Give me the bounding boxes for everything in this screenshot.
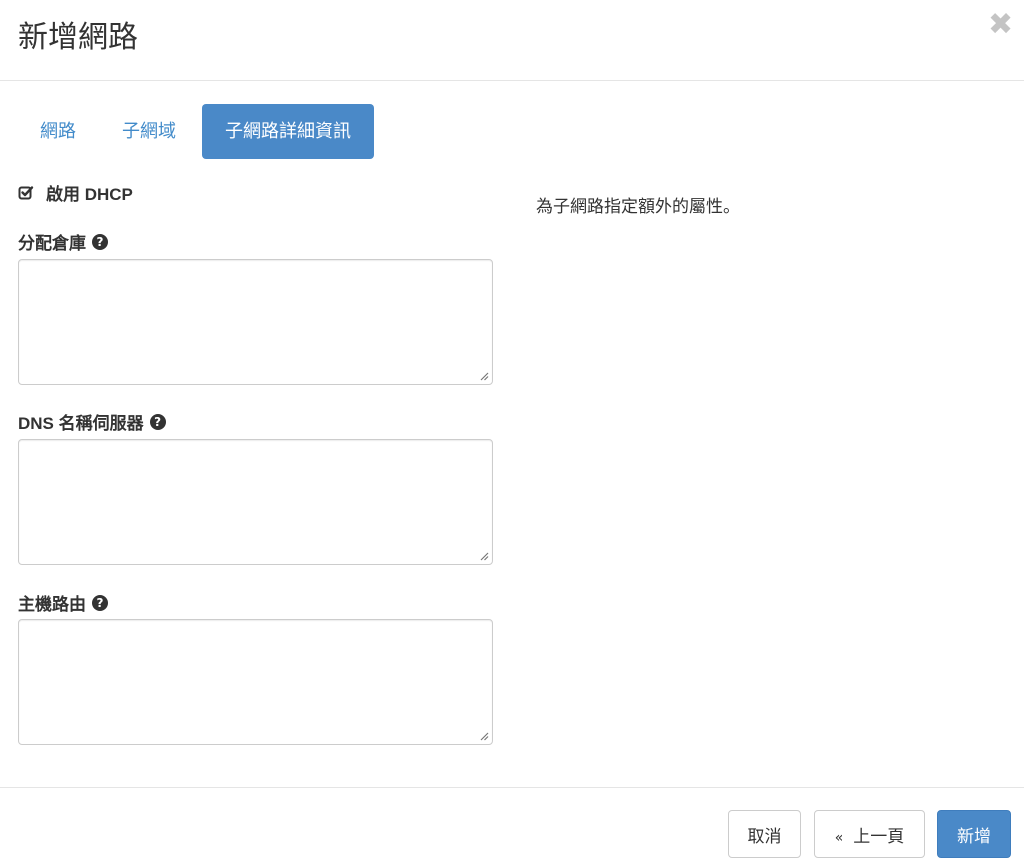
host-routes-label-text: 主機路由 [18, 595, 86, 614]
modal-footer: 取消 « 上一頁 新增 [0, 787, 1024, 867]
subnet-details-description: 為子網路指定額外的屬性。 [536, 197, 740, 216]
resize-handle-icon[interactable] [479, 731, 489, 741]
help-icon[interactable]: ? [92, 594, 108, 611]
tab-network[interactable]: 網路 [18, 104, 100, 159]
allocation-pools-label: 分配倉庫 ? [18, 229, 108, 254]
host-routes-field-box [18, 619, 493, 745]
modal-header: 新增網路 ✖ [0, 0, 1024, 81]
host-routes-label: 主機路由 ? [18, 590, 108, 615]
allocation-pools-field-box [18, 259, 493, 385]
resize-handle-icon[interactable] [479, 371, 489, 381]
create-network-modal: 新增網路 ✖ 網路 子網域 子網路詳細資訊 啟用 DHCP 分配倉庫 ? DNS… [0, 0, 1024, 867]
enable-dhcp-label: 啟用 DHCP [46, 185, 133, 204]
modal-title: 新增網路 [18, 21, 138, 54]
dns-nameservers-label: DNS 名稱伺服器 ? [18, 409, 166, 434]
allocation-pools-label-text: 分配倉庫 [18, 234, 86, 253]
dns-nameservers-textarea[interactable] [19, 440, 492, 564]
cancel-button[interactable]: 取消 [728, 810, 801, 858]
enable-dhcp-checkbox[interactable]: 啟用 DHCP [18, 180, 133, 205]
dns-nameservers-field-box [18, 439, 493, 565]
resize-handle-icon[interactable] [479, 551, 489, 561]
wizard-tabs: 網路 子網域 子網路詳細資訊 [18, 104, 374, 159]
checked-checkbox-icon[interactable] [18, 185, 34, 201]
tab-subnet-details[interactable]: 子網路詳細資訊 [202, 104, 374, 159]
host-routes-textarea[interactable] [19, 620, 492, 744]
help-icon[interactable]: ? [149, 413, 166, 430]
previous-button[interactable]: « 上一頁 [814, 810, 925, 858]
previous-button-label: 上一頁 [853, 826, 905, 846]
close-icon[interactable]: ✖ [988, 10, 1013, 40]
chevron-left-icon: « [834, 829, 844, 846]
help-icon[interactable]: ? [92, 233, 108, 250]
create-button[interactable]: 新增 [937, 810, 1011, 858]
tab-subnet[interactable]: 子網域 [100, 104, 198, 159]
allocation-pools-textarea[interactable] [19, 260, 492, 384]
dns-nameservers-label-text: DNS 名稱伺服器 [18, 414, 144, 433]
